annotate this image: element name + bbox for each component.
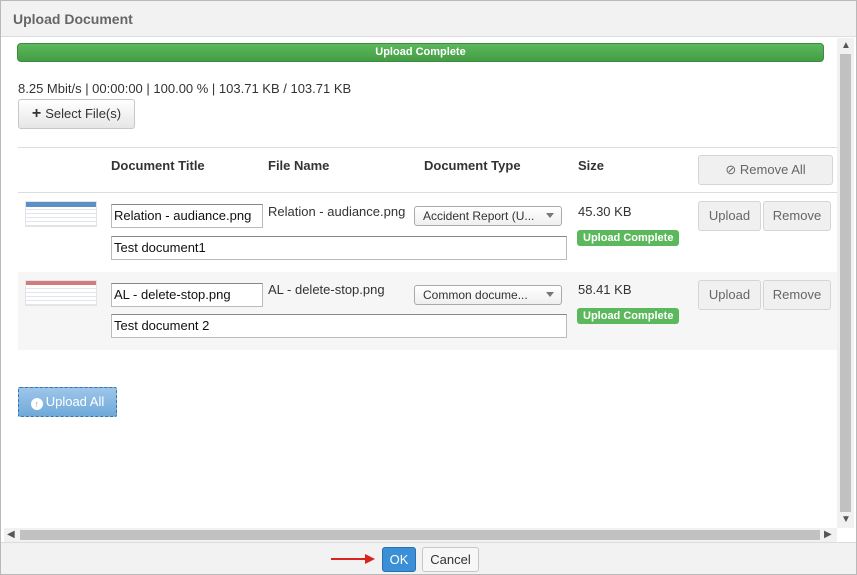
document-title-input[interactable]: Relation - audiance.png [111, 204, 263, 228]
file-name: Relation - audiance.png [268, 204, 406, 219]
file-name: AL - delete-stop.png [268, 282, 385, 297]
upload-stats: 8.25 Mbit/s | 00:00:00 | 100.00 % | 103.… [18, 81, 352, 96]
document-type-select[interactable]: Accident Report (U... [414, 206, 562, 226]
arrow-right-icon [331, 554, 375, 564]
upload-all-label: Upload All [45, 394, 105, 409]
upload-all-button[interactable]: ↑ Upload All [18, 387, 117, 417]
file-thumbnail [25, 201, 97, 227]
dialog-titlebar[interactable]: Upload Document [1, 1, 856, 37]
description-input[interactable]: Test document1 [111, 236, 567, 260]
remove-all-button[interactable]: ⊘ Remove All [698, 155, 833, 185]
ok-button[interactable]: OK [382, 547, 416, 572]
file-thumbnail [25, 280, 97, 306]
table-row: Relation - audiance.png Relation - audia… [18, 193, 837, 271]
scroll-right-icon[interactable]: ▶ [824, 529, 832, 540]
dialog-footer: OK Cancel [1, 542, 856, 574]
upload-button[interactable]: Upload [698, 280, 761, 310]
description-input[interactable]: Test document 2 [111, 314, 567, 338]
horizontal-scrollbar[interactable]: ◀ ▶ [4, 528, 837, 542]
document-type-value: Accident Report (U... [423, 209, 535, 223]
dialog-content: Upload Complete 8.25 Mbit/s | 00:00:00 |… [4, 38, 837, 528]
header-file-name: File Name [268, 158, 330, 173]
scroll-down-icon[interactable]: ▼ [841, 514, 851, 525]
remove-button[interactable]: Remove [763, 280, 831, 310]
table-header: Document Title File Name Document Type S… [18, 147, 837, 193]
ban-icon: ⊘ [725, 162, 737, 177]
cancel-button[interactable]: Cancel [422, 547, 479, 572]
document-type-select[interactable]: Common docume... [414, 285, 562, 305]
chevron-down-icon [546, 292, 554, 297]
plus-icon: + [31, 105, 42, 122]
overall-progress-bar: Upload Complete [17, 43, 824, 62]
upload-button[interactable]: Upload [698, 201, 761, 231]
status-badge: Upload Complete [577, 308, 680, 324]
table-row: AL - delete-stop.png AL - delete-stop.pn… [18, 272, 837, 350]
remove-button[interactable]: Remove [763, 201, 831, 231]
scroll-left-icon[interactable]: ◀ [7, 529, 15, 540]
horizontal-scroll-thumb[interactable] [20, 530, 820, 540]
arrow-up-circle-icon: ↑ [30, 398, 43, 410]
vertical-scroll-thumb[interactable] [840, 54, 851, 512]
file-size: 45.30 KB [578, 204, 632, 219]
header-document-type: Document Type [424, 158, 521, 173]
document-title-input[interactable]: AL - delete-stop.png [111, 283, 263, 307]
select-files-button[interactable]: + Select File(s) [18, 99, 135, 129]
document-type-value: Common docume... [423, 288, 528, 302]
select-files-label: Select File(s) [45, 106, 122, 121]
remove-all-label: Remove All [739, 162, 806, 177]
upload-document-dialog: Upload Document Upload Complete 8.25 Mbi… [0, 0, 857, 575]
header-document-title: Document Title [111, 158, 205, 173]
file-size: 58.41 KB [578, 282, 632, 297]
dialog-title: Upload Document [13, 11, 133, 27]
chevron-down-icon [546, 213, 554, 218]
status-badge: Upload Complete [577, 230, 680, 246]
scroll-up-icon[interactable]: ▲ [841, 40, 851, 51]
vertical-scrollbar[interactable]: ▲ ▼ [837, 38, 854, 528]
header-size: Size [578, 158, 605, 173]
